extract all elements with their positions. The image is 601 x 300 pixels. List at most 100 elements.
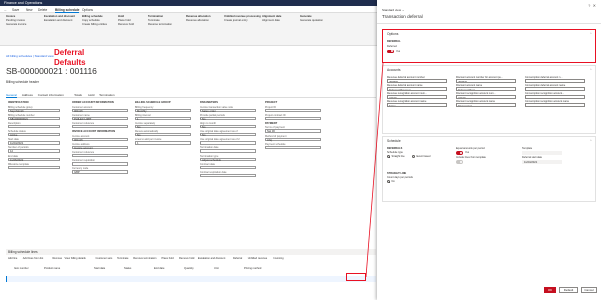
field-value[interactable]: 001116 [72,108,128,113]
field-value[interactable] [72,124,128,129]
template-field[interactable] [522,151,562,155]
account-field[interactable]: Discounted [456,103,516,108]
field-value[interactable]: Invoice account [72,145,128,150]
lines-toolbar-button[interactable]: Remove hold [179,257,194,260]
count-days-radio[interactable] [387,180,390,183]
column-header[interactable]: Status [124,267,131,270]
field-value[interactable]: Sales order [200,108,256,113]
column-header[interactable]: End date [154,267,164,270]
account-field[interactable]: Deferred Rent [456,87,516,92]
field-value[interactable] [8,124,60,129]
field-value[interactable] [72,162,128,166]
field-value[interactable] [200,149,256,153]
ok-button[interactable]: OK [544,287,556,293]
field-value[interactable]: 12 [8,149,60,153]
field-value[interactable] [200,141,256,145]
new-button[interactable]: New [26,8,32,12]
account-field[interactable]: 250820 [456,79,516,84]
field-value[interactable]: 11/24/2021 [8,141,60,145]
delete-button[interactable]: Delete [38,8,47,12]
field-value[interactable]: Net 30 [265,129,321,133]
column-header[interactable]: Unit [214,267,219,270]
back-icon[interactable]: ← [4,8,7,12]
field-value[interactable]: Sept Month [8,108,60,113]
tab-options[interactable]: Options [82,8,93,12]
ribbon-button[interactable]: Generate quotation [300,19,323,23]
column-header[interactable]: Product name [44,267,60,270]
view-selector[interactable]: Standard view ⌄ [382,8,404,12]
lines-toolbar-button[interactable]: Add lines from list [23,257,43,260]
account-field[interactable]: 42100 [387,95,447,100]
lines-toolbar-button[interactable]: Remove [52,257,62,260]
tab-general[interactable]: General [6,93,17,98]
tab-billing-schedule[interactable]: Billing schedule [55,8,80,13]
lines-toolbar-button[interactable]: Place hold [162,257,174,260]
field-value[interactable] [8,165,60,170]
field-value[interactable]: No [200,124,256,129]
ribbon-button[interactable]: Create journal entry [224,19,261,23]
field-value[interactable]: Monthly [135,108,191,113]
tab-termination[interactable]: Termination [99,93,115,97]
field-value[interactable]: PHILEC LIMIT [72,116,128,121]
field-value[interactable]: Active [8,133,60,137]
equal-amounts-toggle[interactable] [456,151,463,155]
tab-totals[interactable]: Totals [74,93,82,97]
lines-toolbar-button[interactable]: Customer sets [96,257,113,260]
lines-toolbar-button[interactable]: Escalation and discount [198,257,225,260]
chevron-up-icon[interactable]: ⌃ [590,139,592,143]
field-value[interactable]: Chq [265,137,321,142]
lines-section-header[interactable]: Billing schedule lines [6,249,376,255]
breadcrumb[interactable]: All billing schedules | Standard view [6,54,54,58]
field-value[interactable] [265,145,321,150]
account-field[interactable] [525,87,585,92]
default-button[interactable]: Default [559,287,578,293]
lines-toolbar-button[interactable]: Unbilled revenue [248,257,267,260]
account-field[interactable] [525,95,585,100]
tab-hold[interactable]: Hold [88,93,94,97]
cancel-button[interactable]: Cancel [581,287,597,293]
accounts-header[interactable]: Accounts [387,68,401,72]
field-value[interactable]: GBP [72,170,128,174]
field-value[interactable]: 1 [135,116,191,121]
field-value[interactable] [265,108,321,112]
column-header[interactable]: Start date [94,267,105,270]
field-value[interactable]: No [200,116,256,121]
column-header[interactable]: Quantity [184,267,194,270]
ribbon-button[interactable]: Remove hold [118,23,134,27]
account-field[interactable]: Sales [387,103,447,108]
field-value[interactable]: No [200,133,256,137]
field-value[interactable]: Adjust schedule [200,157,256,162]
field-value[interactable]: 1 [135,141,191,145]
lines-toolbar-button[interactable]: Deferral [233,257,242,260]
close-icon[interactable]: ✕ [593,3,596,8]
lines-toolbar-button[interactable]: View billing details [65,257,86,260]
help-icon[interactable]: ? [588,3,590,8]
ribbon-button[interactable]: Reverse termination [148,23,172,27]
column-header[interactable]: Pricing method [244,267,261,270]
event-based-radio[interactable] [412,155,415,158]
account-field[interactable]: 250800 [387,79,447,84]
field-value[interactable] [200,174,256,178]
account-field[interactable] [525,79,585,84]
lines-toolbar-button[interactable]: Invoicing [273,257,283,260]
field-value[interactable] [265,116,321,121]
options-header[interactable]: Options [387,32,398,36]
field-value[interactable]: No [135,124,191,129]
save-button[interactable]: Save [12,8,19,12]
lines-toolbar-button[interactable]: Terminate [117,257,128,260]
tab-address[interactable]: Address [22,93,33,97]
tab-contact-information[interactable]: Contact information [38,93,64,97]
section-header[interactable]: Billing schedule header [6,80,39,84]
schedule-header[interactable]: Schedule [387,139,401,143]
lines-toolbar-button[interactable]: Add line [8,257,17,260]
ribbon-button[interactable]: Alignment date [262,19,281,23]
field-value[interactable]: 11/26/2022 [8,157,60,162]
account-field[interactable]: Deferred Revenue [387,87,447,92]
field-value[interactable]: SB-000000021 [8,116,60,121]
account-field[interactable] [525,103,585,108]
account-field[interactable]: 42100 [456,95,516,100]
ribbon-button[interactable]: Create billing entities [82,23,107,27]
ribbon-button[interactable]: Escalation and discount [44,19,75,23]
field-value[interactable]: No [135,133,191,137]
lines-toolbar-button[interactable]: Remove termination [133,257,156,260]
